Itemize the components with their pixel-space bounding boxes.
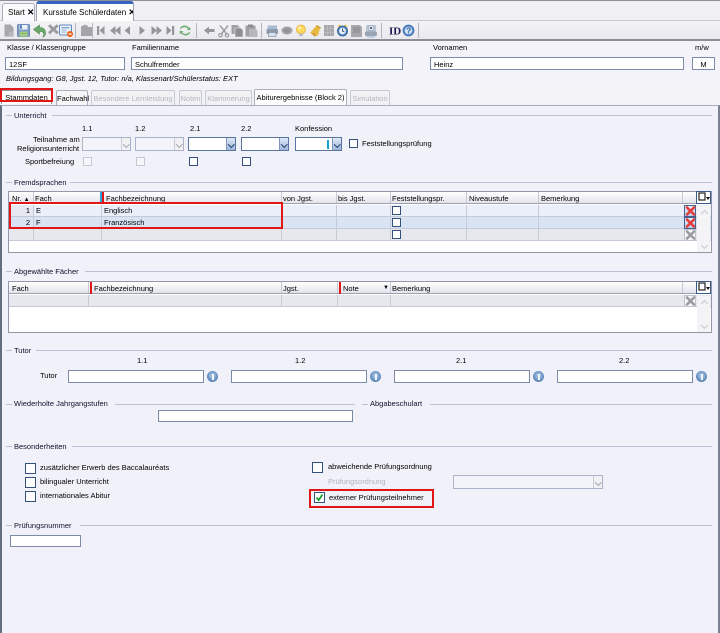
svg-text:ID: ID	[389, 26, 401, 38]
svg-text:?: ?	[406, 27, 411, 36]
